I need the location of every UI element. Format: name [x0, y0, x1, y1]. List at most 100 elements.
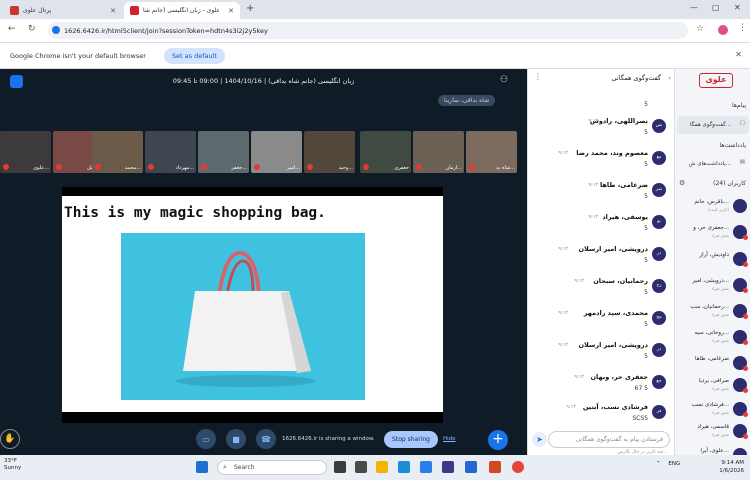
taskbar-search[interactable]: ⌕ Search [217, 460, 327, 475]
url-field[interactable]: 1626.6426.ir/html5client/join?sessionTok… [48, 22, 688, 39]
avatar: ضر [652, 183, 666, 197]
maximize-icon[interactable]: ▢ [712, 3, 720, 12]
camera-button[interactable]: ■ [226, 429, 246, 449]
powerpoint-icon[interactable] [489, 461, 501, 473]
users-count-label: کاربران (24) [713, 180, 746, 187]
avatar: جع [652, 375, 666, 389]
user-list-sidebar: علوی پیام‌ها گفت‌وگوی همگا... ▢ یادداشت‌ه… [674, 69, 750, 455]
avatar: رح [652, 279, 666, 293]
close-window-icon[interactable]: ✕ [734, 3, 741, 12]
default-browser-infobar: Google Chrome isn't your default browser… [0, 43, 750, 69]
site-favicon-icon [130, 6, 139, 15]
presentation-slide: This is my magic shopping bag. [62, 196, 443, 412]
avatar [733, 448, 747, 455]
webcam-tile[interactable]: جعفر... [198, 131, 249, 173]
actions-plus-button[interactable]: + [488, 430, 508, 450]
windows-taskbar: 33°F Sunny ⌕ Search ⌃ ENG 9:14 AM 1/6/20… [0, 455, 750, 480]
menu-kebab-icon[interactable]: ⋮ [738, 23, 747, 33]
widgets-icon[interactable] [355, 461, 367, 473]
sidebar-item-public-chat[interactable]: گفت‌وگوی همگا... ▢ [677, 116, 749, 134]
weather-condition: Sunny [4, 465, 22, 471]
webcam-tile[interactable]: وحید... [304, 131, 355, 173]
avatar: در [652, 343, 666, 357]
file-explorer-icon[interactable] [376, 461, 388, 473]
chevron-up-icon[interactable]: ⌃ [656, 461, 661, 467]
language-indicator[interactable]: ENG [668, 461, 680, 467]
media-player-icon[interactable] [442, 461, 454, 473]
browser-tab-bar: پرتال علوی ✕ علوی - زبان انگلیسی (جانم ش… [0, 0, 750, 19]
url-text: 1626.6426.ir/html5client/join?sessionTok… [64, 26, 268, 35]
chat-message: مح محمدی، سید رادمهر ۹:۱۲ 5 [536, 307, 668, 337]
chevron-left-icon[interactable]: ‹ [668, 74, 671, 82]
user-list-item[interactable]: داودیش، آراز [675, 249, 750, 274]
phone-icon: ☎ [261, 434, 271, 444]
user-list-item[interactable]: روحانی، سیه... نقش هیراد [675, 327, 750, 352]
webcam-tile[interactable]: آرمان... [413, 131, 464, 173]
avatar: در [652, 247, 666, 261]
avatar: نص [652, 119, 666, 133]
profile-avatar[interactable] [718, 25, 728, 35]
store-icon[interactable] [420, 461, 432, 473]
site-info-icon[interactable] [52, 26, 60, 34]
bookmark-star-icon[interactable]: ☆ [696, 24, 704, 34]
send-message-button[interactable]: ➤ [532, 432, 547, 447]
avatar: یو [652, 215, 666, 229]
screen-icon: ▭ [202, 434, 210, 444]
user-list-item[interactable]: باقرس، جانم... (کاربر کننده) [675, 196, 750, 221]
set-default-button[interactable]: Set as default [163, 47, 225, 64]
meeting-area: زبان انگلیسی (جانم شاه بداقی) | 1404/10/… [0, 69, 527, 455]
share-screen-button[interactable]: ▭ [196, 429, 216, 449]
browser-tab-active[interactable]: علوی - زبان انگلیسی (جانم شا... ✕ [124, 2, 240, 19]
system-tray[interactable]: ⌃ ENG [656, 461, 680, 467]
gear-icon[interactable]: ⚙ [679, 179, 685, 187]
meeting-title: زبان انگلیسی (جانم شاه بداقی) | 1404/10/… [172, 77, 355, 85]
infobar-text: Google Chrome isn't your default browser [10, 51, 146, 60]
avatar: مح [652, 311, 666, 325]
windows-start-icon[interactable] [196, 461, 208, 473]
app-icon[interactable] [465, 461, 477, 473]
meeting-controls: ✋ ▭ ■ ☎ 1626.6426.ir is sharing a window… [0, 424, 527, 455]
tab-label: پرتال علوی [23, 7, 52, 14]
webcam-tile[interactable]: محمد... [92, 131, 143, 173]
hide-sharing-link[interactable]: Hide [443, 436, 456, 442]
chat-message: رح رحمانیان، سبحان ۹:۱۲ 5 [536, 275, 668, 305]
webcam-tile[interactable]: مهرداد... [145, 131, 196, 173]
chrome-icon[interactable] [512, 461, 524, 473]
chat-message: جع جعفری حر، وبهان ۹:۱۲ 67 5 [536, 371, 668, 401]
browser-tab[interactable]: پرتال علوی ✕ [4, 2, 122, 19]
webcam-strip: علوی... وکیل... محمد... مهرداد... جعفر..… [0, 131, 520, 173]
chat-message: نص نصراللهی، رادوس ۹:۱۲ 5 [536, 115, 668, 145]
user-list-item[interactable]: صرافی، برديا نقش هیراد [675, 375, 750, 400]
new-tab-icon[interactable]: + [246, 3, 254, 14]
close-tab-icon[interactable]: ✕ [110, 7, 116, 15]
webcam-tile[interactable]: علوی... [0, 131, 51, 173]
user-list-item[interactable]: جعفری حر، و... نقش هیراد [675, 222, 750, 247]
user-list-item[interactable]: قاسمی، هیراد نقش هیراد [675, 421, 750, 446]
leave-audio-button[interactable]: ☎ [256, 429, 276, 449]
chat-bubble-icon: ▢ [739, 120, 745, 126]
task-view-icon[interactable] [334, 461, 346, 473]
edge-browser-icon[interactable] [398, 461, 410, 473]
webcam-tile[interactable]: امیر... [251, 131, 302, 173]
minimize-icon[interactable]: — [690, 3, 698, 12]
webcam-tile[interactable]: شاه بد... [466, 131, 517, 173]
chat-message: یو یوسفی، هیراد ۹:۱۲ 5 [536, 211, 668, 241]
avatar [733, 199, 747, 213]
user-list-item[interactable]: درویشی، امیر... نقش هیراد [675, 275, 750, 300]
stop-sharing-button[interactable]: Stop sharing [384, 431, 438, 448]
weather-widget[interactable]: 33°F Sunny [4, 458, 21, 472]
users-icon[interactable]: ⚇ [500, 75, 508, 85]
chat-title: گفت‌وگوی همگانی [611, 74, 662, 82]
reload-icon[interactable]: ↻ [28, 24, 36, 34]
close-infobar-icon[interactable]: ✕ [735, 50, 742, 59]
system-clock[interactable]: 9:14 AM 1/6/2026 [700, 459, 744, 475]
sidebar-item-shared-notes[interactable]: یادداشت‌های ش... ▤ [677, 155, 749, 173]
close-tab-icon[interactable]: ✕ [228, 7, 234, 15]
chat-message-input[interactable]: فرستادن پیام به گفت‌وگوی همگانی [548, 431, 670, 448]
back-icon[interactable]: ← [8, 24, 16, 34]
user-list-item[interactable]: علوی، آیرا... [675, 445, 750, 455]
webcam-tile[interactable]: جعفری [360, 131, 411, 173]
user-list-item[interactable]: رحمانیان، سب... نقش هیراد [675, 301, 750, 326]
shopping-bag-icon [121, 233, 365, 400]
raise-hand-button[interactable]: ✋ [0, 429, 20, 449]
